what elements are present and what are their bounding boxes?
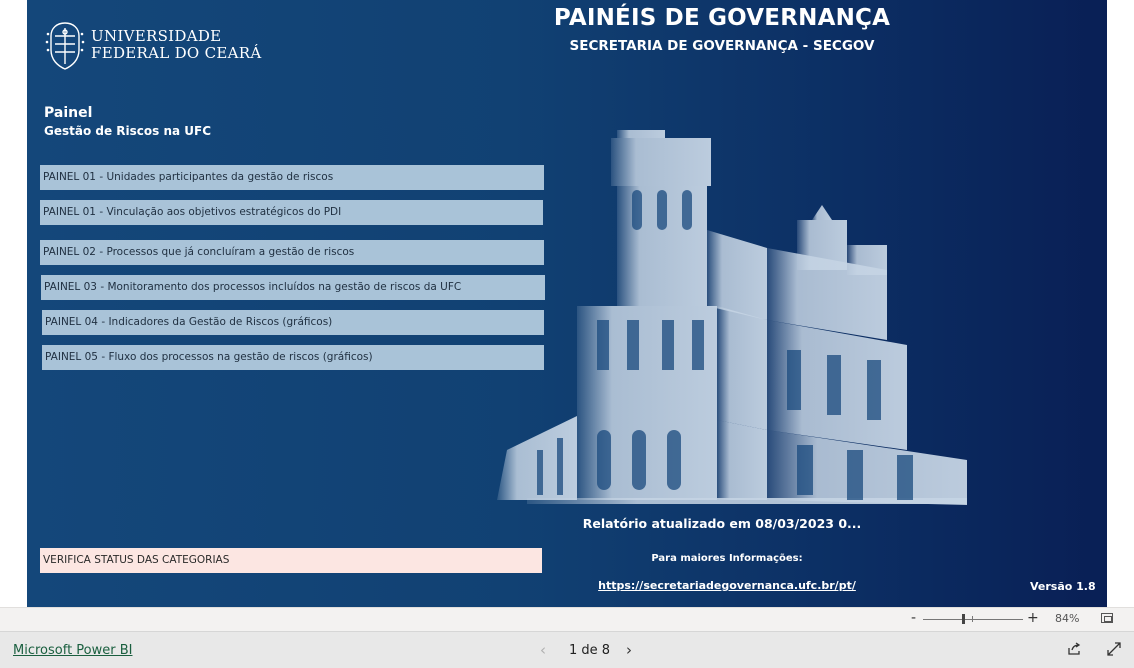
verify-status-button[interactable]: VERIFICA STATUS DAS CATEGORIAS	[40, 548, 542, 573]
zoom-out-button[interactable]: -	[911, 610, 916, 626]
next-page-button[interactable]: ›	[626, 641, 632, 659]
zoom-bar: - + 84%	[0, 607, 1134, 631]
version-label: Versão 1.8	[1030, 580, 1096, 593]
painel-subheading: Gestão de Riscos na UFC	[44, 124, 212, 138]
share-icon[interactable]	[1067, 642, 1081, 656]
logo-line-1: UNIVERSIDADE	[91, 27, 222, 45]
page-indicator: 1 de 8	[569, 643, 611, 658]
info-link[interactable]: https://secretariadegovernanca.ufc.br/pt…	[587, 579, 867, 592]
report-canvas: UNIVERSIDADE FEDERAL DO CEARÁ PAINÉIS DE…	[0, 0, 1134, 607]
logo-line-2: FEDERAL DO CEARÁ	[91, 44, 262, 62]
page-subtitle: SECRETARIA DE GOVERNANÇA - SECGOV	[569, 38, 875, 54]
report-updated-text: Relatório atualizado em 08/03/2023 0...	[582, 516, 862, 531]
fullscreen-icon[interactable]	[1107, 642, 1121, 656]
fit-to-page-icon[interactable]	[1101, 613, 1113, 623]
ufc-logo: UNIVERSIDADE FEDERAL DO CEARÁ	[45, 20, 265, 74]
previous-page-button[interactable]: ‹	[540, 641, 546, 659]
zoom-slider-midpoint	[972, 616, 973, 622]
ufc-logo-text: UNIVERSIDADE FEDERAL DO CEARÁ	[91, 28, 261, 62]
power-bi-link[interactable]: Microsoft Power BI	[13, 643, 132, 658]
painel-heading: Painel	[44, 105, 93, 121]
building-illustration	[497, 130, 967, 505]
report-page: UNIVERSIDADE FEDERAL DO CEARÁ PAINÉIS DE…	[27, 0, 1107, 607]
zoom-level: 84%	[1055, 612, 1080, 625]
zoom-slider-thumb[interactable]	[962, 614, 965, 624]
page-title: PAINÉIS DE GOVERNANÇA	[553, 5, 891, 31]
footer-bar: Microsoft Power BI ‹ 1 de 8 ›	[0, 631, 1134, 668]
more-info-label: Para maiores Informações:	[651, 553, 803, 564]
zoom-slider-track[interactable]	[923, 619, 1023, 620]
ufc-crest-icon	[45, 22, 85, 70]
zoom-in-button[interactable]: +	[1027, 610, 1039, 626]
